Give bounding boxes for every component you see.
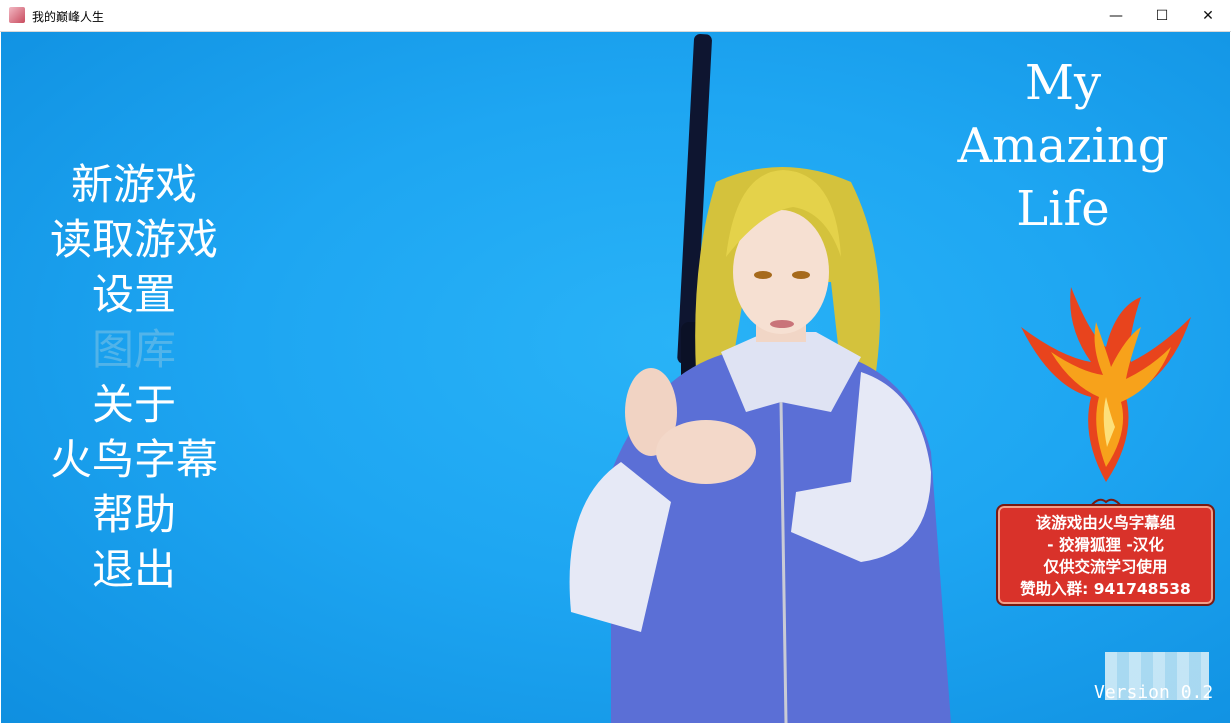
logo-line-3: Life bbox=[1016, 181, 1110, 237]
game-screen: 新游戏 读取游戏 设置 图库 关于 火鸟字幕 帮助 退出 My Amazing … bbox=[1, 32, 1230, 723]
window-title: 我的巅峰人生 bbox=[32, 10, 105, 24]
close-button[interactable]: ✕ bbox=[1185, 0, 1231, 31]
badge-line-4: 赞助入群: 941748538 bbox=[1020, 580, 1191, 598]
main-menu: 新游戏 读取游戏 设置 图库 关于 火鸟字幕 帮助 退出 bbox=[1, 157, 267, 597]
menu-about[interactable]: 关于 bbox=[1, 377, 267, 432]
minimize-button[interactable]: — bbox=[1093, 0, 1139, 31]
game-logo: My Amazing Life bbox=[935, 52, 1191, 241]
badge-line-2: - 狡猾狐狸 -汉化 bbox=[1047, 536, 1164, 554]
menu-gallery: 图库 bbox=[91, 325, 176, 374]
window-titlebar: 我的巅峰人生 — ☐ ✕ bbox=[0, 0, 1231, 32]
phoenix-emblem-icon bbox=[1021, 287, 1191, 482]
menu-help[interactable]: 帮助 bbox=[1, 487, 267, 542]
logo-line-2: Amazing bbox=[957, 118, 1169, 174]
menu-new-game[interactable]: 新游戏 bbox=[1, 157, 267, 212]
maximize-button[interactable]: ☐ bbox=[1139, 0, 1185, 31]
menu-firebird-subtitles[interactable]: 火鸟字幕 bbox=[1, 432, 267, 487]
app-icon bbox=[9, 7, 25, 23]
translation-credit-badge: 该游戏由火鸟字幕组 - 狡猾狐狸 -汉化 仅供交流学习使用 赞助入群: 9417… bbox=[996, 504, 1215, 606]
badge-line-1: 该游戏由火鸟字幕组 bbox=[1035, 514, 1176, 532]
version-label: Version 0.2 bbox=[1094, 682, 1214, 703]
menu-quit[interactable]: 退出 bbox=[1, 542, 267, 597]
menu-settings[interactable]: 设置 bbox=[1, 267, 267, 322]
badge-line-3: 仅供交流学习使用 bbox=[1043, 558, 1168, 576]
menu-load-game[interactable]: 读取游戏 bbox=[1, 212, 267, 267]
character-illustration bbox=[569, 34, 951, 723]
logo-line-1: My bbox=[1024, 55, 1102, 111]
